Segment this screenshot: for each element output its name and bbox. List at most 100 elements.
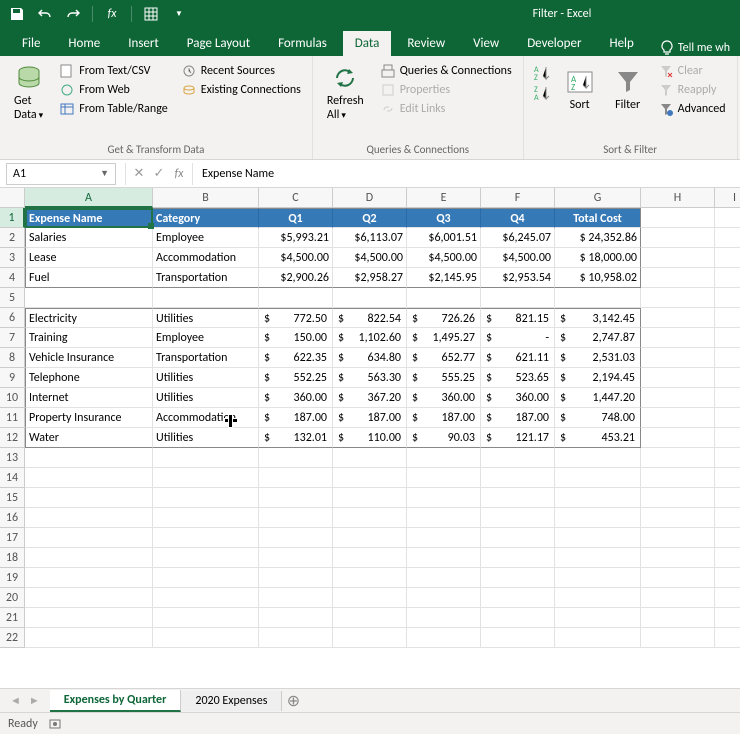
worksheet[interactable]: ABCDEFGHI 123456789101112131415161718192…	[0, 188, 740, 688]
cell[interactable]: Water	[25, 428, 153, 448]
cell[interactable]: Property Insurance	[25, 408, 153, 428]
cell-grid[interactable]: Expense NameCategoryQ1Q2Q3Q4Total CostSa…	[25, 208, 740, 648]
cell[interactable]: Total Cost	[555, 208, 641, 228]
col-header-G[interactable]: G	[555, 188, 641, 208]
cell[interactable]	[25, 448, 153, 468]
cell[interactable]	[259, 528, 333, 548]
cell[interactable]: Utilities	[153, 368, 259, 388]
col-header-B[interactable]: B	[153, 188, 259, 208]
cell[interactable]	[407, 608, 481, 628]
cell[interactable]: $360.00	[259, 388, 333, 408]
cell[interactable]: Q2	[333, 208, 407, 228]
cell[interactable]	[555, 508, 641, 528]
cell[interactable]	[407, 528, 481, 548]
cell[interactable]: $634.80	[333, 348, 407, 368]
cell[interactable]	[715, 368, 740, 388]
col-header-C[interactable]: C	[259, 188, 333, 208]
row-header-13[interactable]: 13	[0, 448, 25, 468]
cancel-formula-icon[interactable]: ✕	[129, 166, 149, 181]
cell[interactable]	[481, 548, 555, 568]
cell[interactable]	[259, 588, 333, 608]
cell[interactable]	[259, 288, 333, 308]
cell[interactable]	[259, 568, 333, 588]
cell[interactable]	[153, 568, 259, 588]
cell[interactable]: $3,142.45	[555, 308, 641, 328]
cell[interactable]	[481, 288, 555, 308]
tab-insert[interactable]: Insert	[116, 31, 171, 56]
cell[interactable]	[481, 608, 555, 628]
cell[interactable]: $1,447.20	[555, 388, 641, 408]
cell[interactable]	[407, 568, 481, 588]
cell[interactable]: $622.35	[259, 348, 333, 368]
cell[interactable]: $821.15	[481, 308, 555, 328]
cell[interactable]	[153, 548, 259, 568]
cell[interactable]: $4,500.00	[407, 248, 481, 268]
row-header-7[interactable]: 7	[0, 328, 25, 348]
advanced-filter[interactable]: Advanced	[656, 101, 729, 117]
cell[interactable]: Employee	[153, 228, 259, 248]
cell[interactable]	[555, 628, 641, 648]
cell[interactable]	[25, 628, 153, 648]
cell[interactable]: Lease	[25, 248, 153, 268]
cell[interactable]	[481, 528, 555, 548]
cell[interactable]: $1,495.27	[407, 328, 481, 348]
row-header-9[interactable]: 9	[0, 368, 25, 388]
cell[interactable]: $563.30	[333, 368, 407, 388]
cell[interactable]: Transportation	[153, 348, 259, 368]
cell[interactable]	[259, 508, 333, 528]
cell[interactable]	[407, 468, 481, 488]
cell[interactable]	[25, 468, 153, 488]
tab-page-layout[interactable]: Page Layout	[175, 31, 262, 56]
cell[interactable]	[641, 208, 715, 228]
cell[interactable]: $367.20	[333, 388, 407, 408]
cell[interactable]	[481, 448, 555, 468]
cell[interactable]	[25, 588, 153, 608]
cell[interactable]	[715, 348, 740, 368]
cell[interactable]: Internet	[25, 388, 153, 408]
cell[interactable]	[407, 588, 481, 608]
cell[interactable]	[153, 468, 259, 488]
col-header-F[interactable]: F	[481, 188, 555, 208]
cell[interactable]	[481, 468, 555, 488]
cell[interactable]	[555, 568, 641, 588]
cell[interactable]	[641, 548, 715, 568]
cell[interactable]: $4,500.00	[333, 248, 407, 268]
sort-button[interactable]: AZ Sort	[560, 60, 600, 120]
existing-connections[interactable]: Existing Connections	[179, 82, 304, 98]
redo-icon[interactable]	[62, 3, 84, 25]
cell[interactable]: $2,900.26	[259, 268, 333, 288]
cell[interactable]: $187.00	[407, 408, 481, 428]
cell[interactable]	[481, 488, 555, 508]
cell[interactable]	[25, 508, 153, 528]
fx-icon[interactable]: fx	[169, 167, 189, 181]
cell[interactable]: $748.00	[555, 408, 641, 428]
row-header-5[interactable]: 5	[0, 288, 25, 308]
filter-button[interactable]: Filter	[608, 60, 648, 120]
row-header-21[interactable]: 21	[0, 608, 25, 628]
cell[interactable]	[333, 468, 407, 488]
cell[interactable]	[715, 588, 740, 608]
row-header-2[interactable]: 2	[0, 228, 25, 248]
cell[interactable]	[481, 628, 555, 648]
queries-connections[interactable]: Queries & Connections	[378, 63, 515, 79]
cell[interactable]: Utilities	[153, 388, 259, 408]
sheet-nav[interactable]: ◄►	[0, 694, 50, 707]
formula-input[interactable]: Expense Name	[196, 167, 740, 181]
cell[interactable]	[715, 228, 740, 248]
cell[interactable]: $4,500.00	[259, 248, 333, 268]
cell[interactable]	[407, 548, 481, 568]
cell[interactable]	[641, 448, 715, 468]
cell[interactable]: $453.21	[555, 428, 641, 448]
cell[interactable]	[333, 508, 407, 528]
cell[interactable]: $187.00	[481, 408, 555, 428]
cell[interactable]: $621.11	[481, 348, 555, 368]
cell[interactable]	[641, 268, 715, 288]
cell[interactable]	[715, 548, 740, 568]
cell[interactable]	[641, 628, 715, 648]
cell[interactable]	[641, 608, 715, 628]
sort-asc-icon[interactable]: AZ	[532, 64, 552, 82]
cell[interactable]	[715, 508, 740, 528]
recent-sources[interactable]: Recent Sources	[179, 63, 304, 79]
enter-formula-icon[interactable]: ✓	[149, 166, 169, 181]
cell[interactable]	[333, 588, 407, 608]
